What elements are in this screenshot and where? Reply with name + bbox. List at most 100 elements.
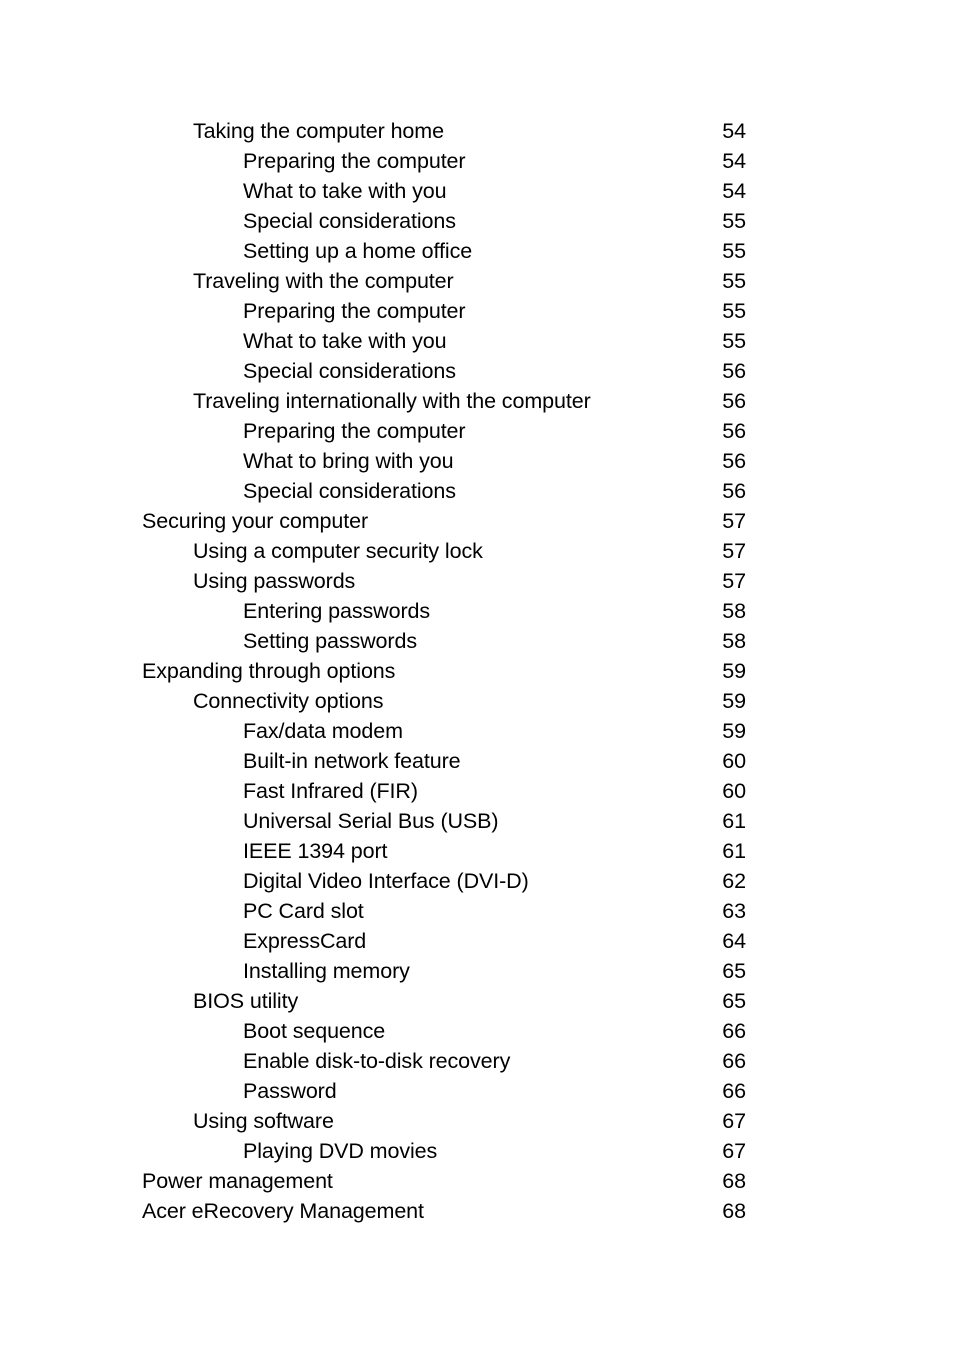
toc-entry-title: Setting up a home office: [243, 239, 473, 263]
toc-entry-title: ExpressCard: [243, 929, 367, 953]
toc-entry-title: PC Card slot: [243, 899, 364, 923]
toc-entry[interactable]: Universal Serial Bus (USB) 61: [142, 806, 746, 836]
toc-entry-page-number: 68: [722, 1169, 746, 1193]
toc-entry-title: Using passwords: [193, 569, 356, 593]
toc-entry-title: Power management: [142, 1169, 333, 1193]
toc-entry[interactable]: Using a computer security lock 57: [142, 536, 746, 566]
toc-entry[interactable]: What to take with you 55: [142, 326, 746, 356]
toc-entry[interactable]: Fax/data modem 59: [142, 716, 746, 746]
toc-entry[interactable]: Playing DVD movies 67: [142, 1136, 746, 1166]
toc-entry-page-number: 62: [722, 869, 746, 893]
toc-entry-page-number: 56: [722, 479, 746, 503]
toc-entry[interactable]: Enable disk-to-disk recovery 66: [142, 1046, 746, 1076]
toc-entry[interactable]: IEEE 1394 port 61: [142, 836, 746, 866]
toc-entry[interactable]: Preparing the computer 54: [142, 146, 746, 176]
toc-entry[interactable]: BIOS utility 65: [142, 986, 746, 1016]
toc-entry[interactable]: Taking the computer home 54: [142, 116, 746, 146]
toc-entry[interactable]: Power management 68: [142, 1166, 746, 1196]
toc-entry[interactable]: Password 66: [142, 1076, 746, 1106]
toc-entry-title: Special considerations: [243, 479, 456, 503]
toc-entry-page-number: 61: [722, 809, 746, 833]
toc-entry[interactable]: Boot sequence 66: [142, 1016, 746, 1046]
toc-entry-page-number: 57: [722, 569, 746, 593]
toc-entry-page-number: 56: [722, 389, 746, 413]
toc-entry-page-number: 67: [722, 1109, 746, 1133]
toc-entry-page-number: 57: [722, 509, 746, 533]
toc-entry-title: Boot sequence: [243, 1019, 386, 1043]
toc-entry-page-number: 64: [722, 929, 746, 953]
toc-entry-page-number: 61: [722, 839, 746, 863]
toc-entry-page-number: 56: [722, 419, 746, 443]
toc-entry[interactable]: What to take with you 54: [142, 176, 746, 206]
toc-entry-title: Acer eRecovery Management: [142, 1199, 424, 1223]
toc-entry-page-number: 54: [722, 149, 746, 173]
toc-entry[interactable]: Acer eRecovery Management 68: [142, 1196, 746, 1226]
toc-entry-title: BIOS utility: [193, 989, 299, 1013]
toc-entry[interactable]: Entering passwords 58: [142, 596, 746, 626]
toc-entry-title: Securing your computer: [142, 509, 369, 533]
toc-entry-title: Taking the computer home: [193, 119, 444, 143]
document-page: Taking the computer home 54 Preparing the …: [0, 0, 954, 1369]
toc-entry-page-number: 68: [722, 1199, 746, 1223]
toc-entry[interactable]: Using passwords 57: [142, 566, 746, 596]
toc-entry-title: Enable disk-to-disk recovery: [243, 1049, 511, 1073]
toc-entry-page-number: 58: [722, 629, 746, 653]
toc-entry-title: Password: [243, 1079, 337, 1103]
toc-entry[interactable]: Setting up a home office 55: [142, 236, 746, 266]
toc-entry[interactable]: Preparing the computer 55: [142, 296, 746, 326]
toc-entry-page-number: 66: [722, 1079, 746, 1103]
toc-entry-page-number: 54: [722, 179, 746, 203]
toc-entry[interactable]: Installing memory 65: [142, 956, 746, 986]
toc-entry-page-number: 55: [722, 209, 746, 233]
toc-entry-title: Digital Video Interface (DVI-D): [243, 869, 529, 893]
toc-entry-title: What to bring with you: [243, 449, 454, 473]
toc-entry-title: Expanding through options: [142, 659, 396, 683]
toc-entry[interactable]: Traveling with the computer 55: [142, 266, 746, 296]
toc-entry-page-number: 65: [722, 959, 746, 983]
toc-entry-page-number: 55: [722, 299, 746, 323]
toc-entry[interactable]: Using software 67: [142, 1106, 746, 1136]
toc-entry[interactable]: Special considerations 56: [142, 356, 746, 386]
toc-entry-page-number: 56: [722, 449, 746, 473]
toc-entry-title: Special considerations: [243, 359, 456, 383]
toc-entry[interactable]: Traveling internationally with the compu…: [142, 386, 746, 416]
toc-entry[interactable]: Special considerations 56: [142, 476, 746, 506]
toc-entry-title: Using software: [193, 1109, 334, 1133]
toc-entry-page-number: 66: [722, 1019, 746, 1043]
toc-entry-title: IEEE 1394 port: [243, 839, 388, 863]
toc-entry-page-number: 58: [722, 599, 746, 623]
toc-entry[interactable]: PC Card slot 63: [142, 896, 746, 926]
toc-entry[interactable]: Fast Infrared (FIR) 60: [142, 776, 746, 806]
toc-entry-title: Preparing the computer: [243, 419, 466, 443]
toc-entry-title: Preparing the computer: [243, 149, 466, 173]
toc-entry-page-number: 65: [722, 989, 746, 1013]
toc-entry[interactable]: Preparing the computer 56: [142, 416, 746, 446]
toc-entry-page-number: 60: [722, 749, 746, 773]
toc-entry-page-number: 55: [722, 239, 746, 263]
toc-entry[interactable]: What to bring with you 56: [142, 446, 746, 476]
toc-entry[interactable]: ExpressCard 64: [142, 926, 746, 956]
toc-entry-title: Special considerations: [243, 209, 456, 233]
toc-entry-page-number: 67: [722, 1139, 746, 1163]
toc-entry-title: Preparing the computer: [243, 299, 466, 323]
toc-entry-title: Setting passwords: [243, 629, 417, 653]
toc-entry[interactable]: Digital Video Interface (DVI-D) 62: [142, 866, 746, 896]
toc-entry[interactable]: Expanding through options 59: [142, 656, 746, 686]
toc-entry-page-number: 59: [722, 719, 746, 743]
toc-entry-page-number: 56: [722, 359, 746, 383]
toc-entry-title: Connectivity options: [193, 689, 384, 713]
toc-entry-title: Playing DVD movies: [243, 1139, 438, 1163]
toc-entry-title: Built-in network feature: [243, 749, 461, 773]
toc-entry[interactable]: Securing your computer 57: [142, 506, 746, 536]
toc-entry[interactable]: Setting passwords 58: [142, 626, 746, 656]
toc-entry[interactable]: Built-in network feature 60: [142, 746, 746, 776]
toc-entry-title: Fax/data modem: [243, 719, 403, 743]
toc-entry-page-number: 59: [722, 689, 746, 713]
toc-entry-title: Traveling with the computer: [193, 269, 454, 293]
toc-entry[interactable]: Connectivity options 59: [142, 686, 746, 716]
toc-entry-title: Installing memory: [243, 959, 410, 983]
toc-entry-page-number: 59: [722, 659, 746, 683]
toc-entry[interactable]: Special considerations 55: [142, 206, 746, 236]
toc-entry-page-number: 55: [722, 269, 746, 293]
toc-entry-page-number: 54: [722, 119, 746, 143]
